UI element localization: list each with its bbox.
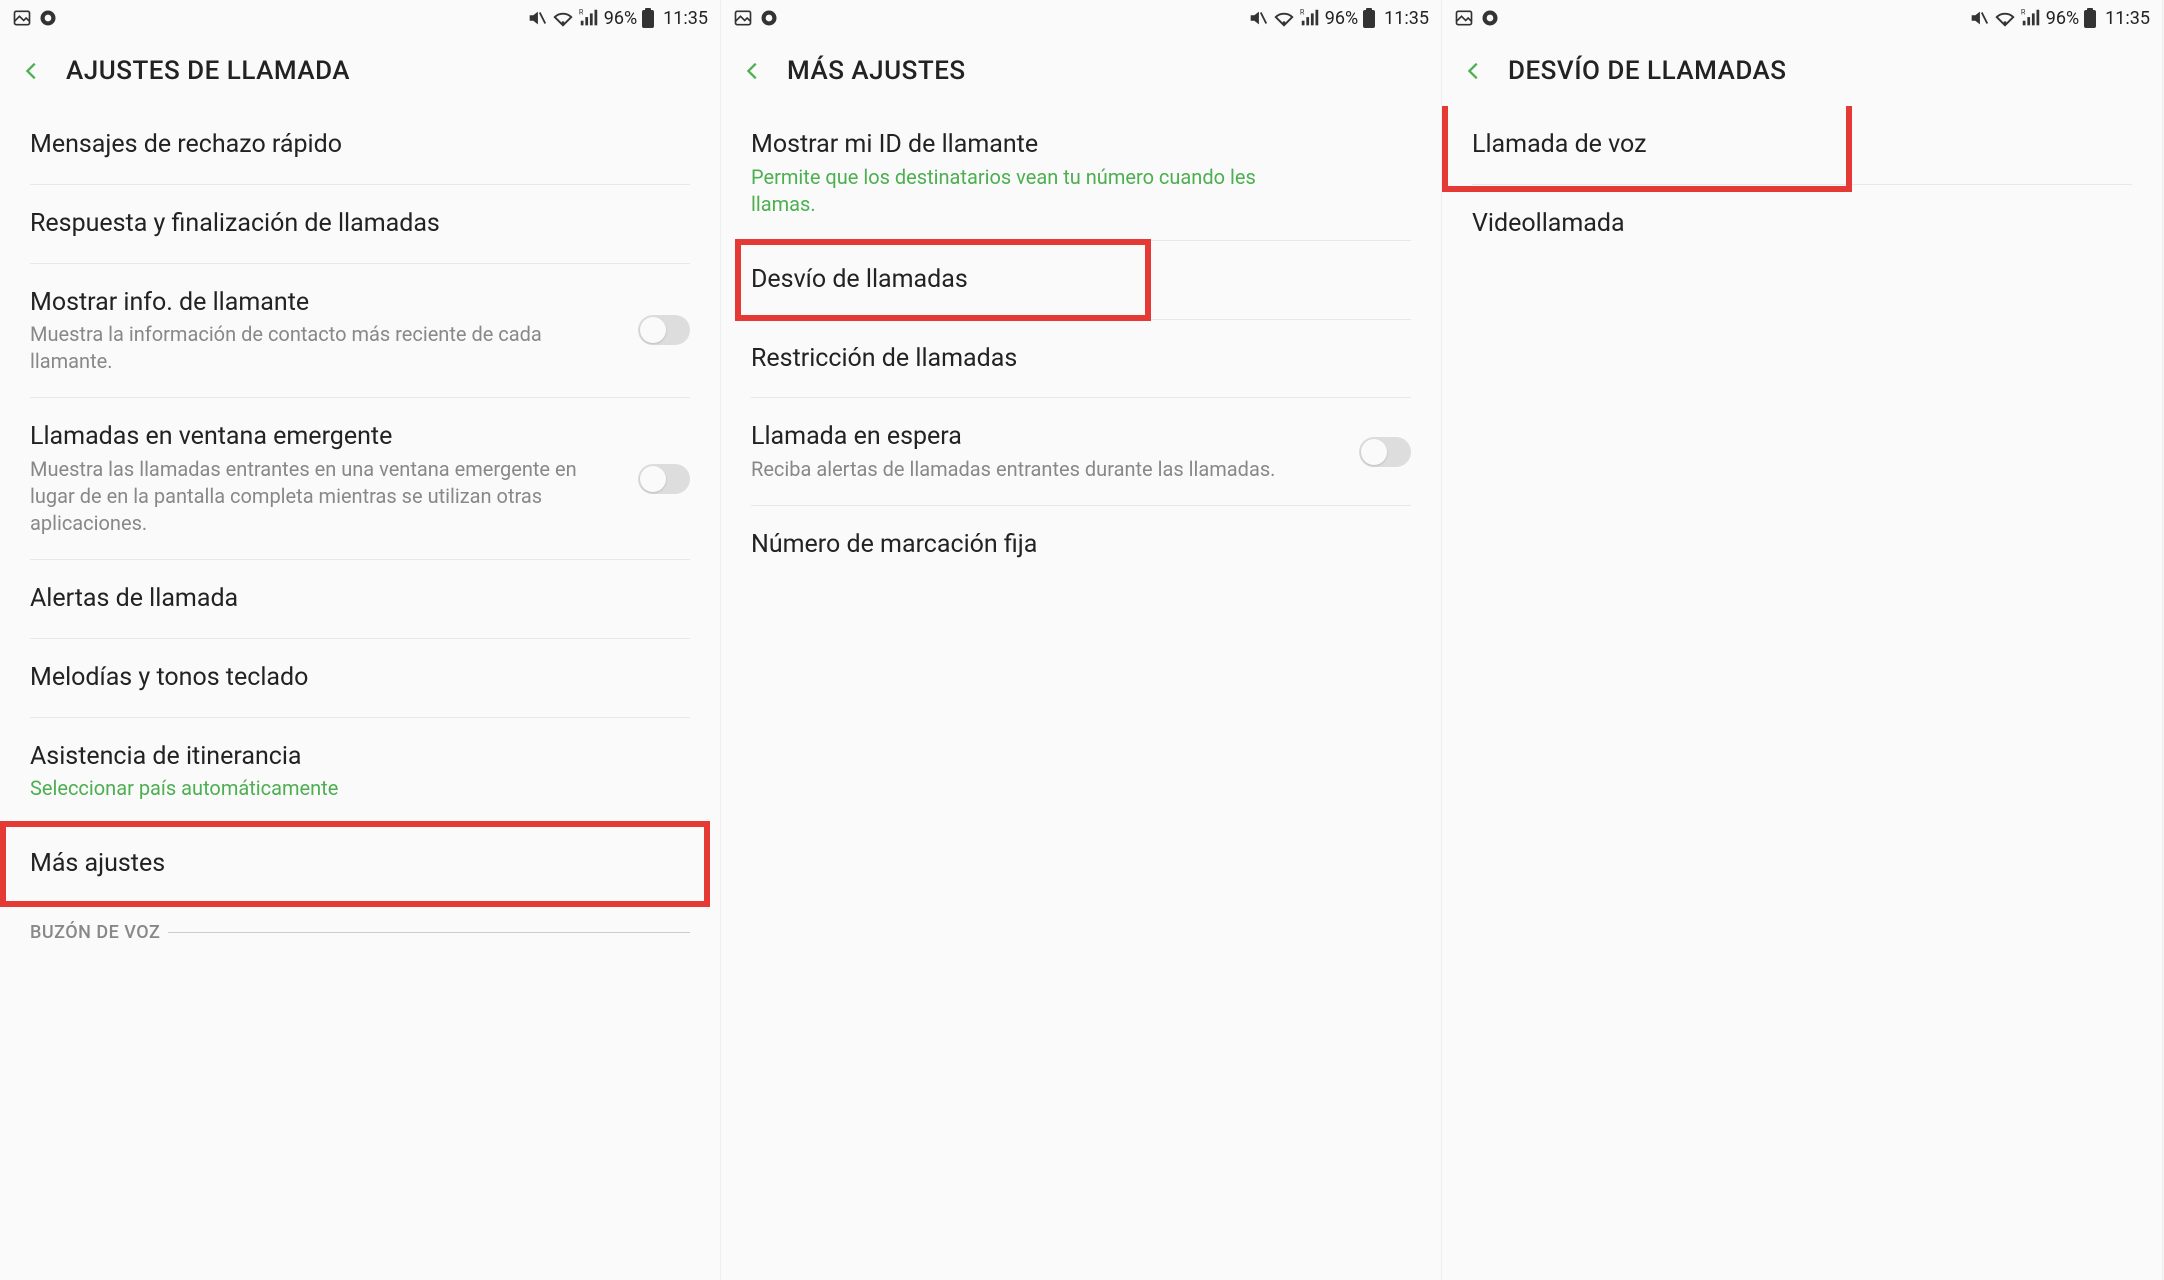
battery-text: 96%	[604, 8, 637, 29]
item-quick-reject[interactable]: Mensajes de rechazo rápido	[30, 106, 690, 185]
clock: 11:35	[2105, 8, 2150, 29]
clock: 11:35	[1384, 8, 1429, 29]
page-title: MÁS AJUSTES	[787, 56, 966, 86]
signal-icon: R	[1299, 7, 1321, 29]
image-icon	[733, 8, 753, 28]
back-button[interactable]	[1460, 57, 1488, 85]
item-label: Alertas de llamada	[30, 582, 690, 616]
back-button[interactable]	[18, 57, 46, 85]
item-sublabel: Permite que los destinatarios vean tu nú…	[751, 164, 1312, 218]
signal-icon: R	[578, 7, 600, 29]
item-label: Mostrar mi ID de llamante	[751, 128, 1411, 162]
item-label: Mensajes de rechazo rápido	[30, 128, 690, 162]
item-label: Desvío de llamadas	[751, 263, 1411, 297]
battery-icon	[2083, 7, 2097, 29]
item-call-alerts[interactable]: Alertas de llamada	[30, 560, 690, 639]
svg-text:R: R	[1300, 7, 1305, 16]
item-answer-end[interactable]: Respuesta y finalización de llamadas	[30, 185, 690, 264]
item-keypad-tones[interactable]: Melodías y tonos teclado	[30, 639, 690, 718]
mute-icon	[1247, 7, 1269, 29]
toggle-popup-calls[interactable]	[638, 464, 690, 494]
item-popup-calls[interactable]: Llamadas en ventana emergente Muestra la…	[30, 398, 690, 560]
status-bar: R 96% 11:35	[0, 0, 720, 36]
item-label: Respuesta y finalización de llamadas	[30, 207, 690, 241]
wifi-icon	[1273, 7, 1295, 29]
header: AJUSTES DE LLAMADA	[0, 36, 720, 106]
item-video-call[interactable]: Videollamada	[1472, 185, 2132, 263]
item-call-forwarding[interactable]: Desvío de llamadas	[751, 241, 1411, 320]
clock: 11:35	[663, 8, 708, 29]
item-call-barring[interactable]: Restricción de llamadas	[751, 320, 1411, 399]
item-caller-info[interactable]: Mostrar info. de llamante Muestra la inf…	[30, 264, 690, 399]
toggle-caller-info[interactable]	[638, 315, 690, 345]
item-call-waiting[interactable]: Llamada en espera Reciba alertas de llam…	[751, 398, 1411, 506]
item-label: Número de marcación fija	[751, 528, 1411, 562]
item-label: Restricción de llamadas	[751, 342, 1411, 376]
section-voicemail: BUZÓN DE VOZ	[30, 904, 690, 947]
header: DESVÍO DE LLAMADAS	[1442, 36, 2162, 106]
page-title: AJUSTES DE LLAMADA	[66, 56, 350, 86]
battery-text: 96%	[1325, 8, 1358, 29]
mute-icon	[526, 7, 548, 29]
status-bar: R 96% 11:35	[1442, 0, 2162, 36]
item-sublabel: Reciba alertas de llamadas entrantes dur…	[751, 456, 1312, 483]
status-bar: R 96% 11:35	[721, 0, 1441, 36]
screen-call-forwarding: R 96% 11:35 DESVÍO DE LLAMADAS Llamada d…	[1442, 0, 2163, 1280]
item-label: Llamada en espera	[751, 420, 1411, 454]
item-label: Melodías y tonos teclado	[30, 661, 690, 695]
toggle-call-waiting[interactable]	[1359, 437, 1411, 467]
item-label: Más ajustes	[30, 847, 690, 881]
wifi-icon	[1994, 7, 2016, 29]
section-label: BUZÓN DE VOZ	[30, 922, 160, 943]
item-sublabel: Muestra la información de contacto más r…	[30, 321, 591, 375]
circle-icon	[759, 8, 779, 28]
item-sublabel: Muestra las llamadas entrantes en una ve…	[30, 456, 591, 537]
item-label: Videollamada	[1472, 207, 2132, 241]
mute-icon	[1968, 7, 1990, 29]
battery-text: 96%	[2046, 8, 2079, 29]
wifi-icon	[552, 7, 574, 29]
item-label: Mostrar info. de llamante	[30, 286, 690, 320]
item-more-settings[interactable]: Más ajustes	[30, 825, 690, 904]
item-label: Llamada de voz	[1472, 128, 2132, 162]
item-caller-id[interactable]: Mostrar mi ID de llamante Permite que lo…	[751, 106, 1411, 241]
item-sublabel: Seleccionar país automáticamente	[30, 775, 591, 802]
circle-icon	[38, 8, 58, 28]
battery-icon	[1362, 7, 1376, 29]
back-button[interactable]	[739, 57, 767, 85]
header: MÁS AJUSTES	[721, 36, 1441, 106]
item-label: Llamadas en ventana emergente	[30, 420, 690, 454]
screen-call-settings: R 96% 11:35 AJUSTES DE LLAMADA Mensajes …	[0, 0, 721, 1280]
item-fixed-dialing[interactable]: Número de marcación fija	[751, 506, 1411, 584]
signal-icon: R	[2020, 7, 2042, 29]
image-icon	[1454, 8, 1474, 28]
svg-text:R: R	[2021, 7, 2026, 16]
screen-more-settings: R 96% 11:35 MÁS AJUSTES Mostrar mi ID de…	[721, 0, 1442, 1280]
page-title: DESVÍO DE LLAMADAS	[1508, 56, 1787, 86]
svg-text:R: R	[579, 7, 584, 16]
circle-icon	[1480, 8, 1500, 28]
item-label: Asistencia de itinerancia	[30, 740, 690, 774]
battery-icon	[641, 7, 655, 29]
item-roaming-assist[interactable]: Asistencia de itinerancia Seleccionar pa…	[30, 718, 690, 826]
item-voice-call[interactable]: Llamada de voz	[1472, 106, 2132, 185]
image-icon	[12, 8, 32, 28]
